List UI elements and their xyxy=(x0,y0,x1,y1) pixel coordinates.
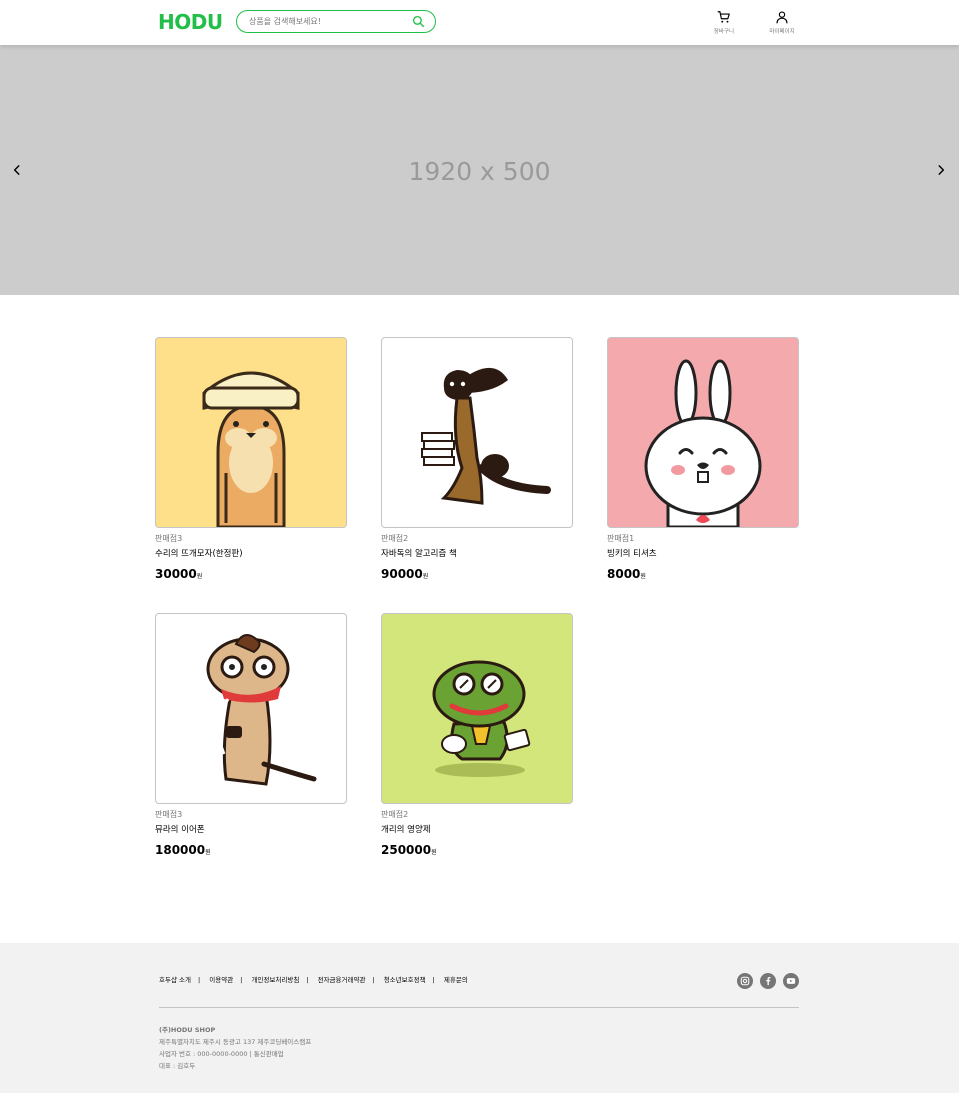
product-price: 30000원 xyxy=(155,567,203,581)
user-icon xyxy=(776,11,788,24)
footer-link-about[interactable]: 호두샵 소개 xyxy=(159,976,191,984)
product-seller: 판매점3 xyxy=(155,534,183,543)
product-seller: 판매점2 xyxy=(381,810,409,819)
banner-carousel: 1920 x 500 xyxy=(0,45,959,295)
product-card[interactable]: 판매점1 빙키의 티셔츠 8000원 xyxy=(607,337,799,581)
product-card[interactable]: 판매점2 개리의 영양제 250000원 xyxy=(381,613,573,857)
product-image[interactable] xyxy=(381,337,573,528)
footer-link-youth-policy[interactable]: 청소년보호정책 xyxy=(384,976,426,984)
product-card[interactable]: 판매점3 수리의 뜨개모자(한정판) 30000원 xyxy=(155,337,347,581)
product-name: 개리의 영양제 xyxy=(381,825,431,835)
chevron-right-icon[interactable] xyxy=(934,163,948,177)
product-card[interactable]: 판매점2 자바독의 알고리즘 책 90000원 xyxy=(381,337,573,581)
search-input[interactable] xyxy=(249,14,409,29)
product-image[interactable] xyxy=(155,613,347,804)
youtube-icon[interactable] xyxy=(783,973,799,989)
product-image[interactable] xyxy=(155,337,347,528)
footer: 호두샵 소개 | 이용약관 | 개인정보처리방침 | 전자금융거래약관 | 청소년보호정… xyxy=(0,943,959,1093)
logo[interactable]: HODU xyxy=(158,11,223,33)
footer-link-partnership[interactable]: 제휴문의 xyxy=(444,976,468,984)
product-price: 180000원 xyxy=(155,843,211,857)
product-name: 뮤라의 이어폰 xyxy=(155,825,205,835)
footer-link-privacy[interactable]: 개인정보처리방침 xyxy=(251,976,299,984)
company-info: (주)HODU SHOP 제주특별자치도 제주시 동광고 137 제주코딩베이스… xyxy=(159,1024,311,1072)
cart-button[interactable]: 장바구니 xyxy=(704,10,744,38)
company-name: (주)HODU SHOP xyxy=(159,1026,216,1034)
business-number: 사업자 번호 : 000-0000-0000 | 통신판매업 xyxy=(159,1050,284,1058)
cart-label: 장바구니 xyxy=(713,29,735,35)
footer-link-terms[interactable]: 이용약관 xyxy=(209,976,233,984)
ceo-name: 대표 : 김호두 xyxy=(159,1062,196,1070)
footer-link-finance-terms[interactable]: 전자금융거래약관 xyxy=(318,976,366,984)
footer-links: 호두샵 소개 | 이용약관 | 개인정보처리방침 | 전자금융거래약관 | 청소년보호정… xyxy=(159,976,468,984)
chevron-left-icon[interactable] xyxy=(10,163,24,177)
facebook-icon[interactable] xyxy=(760,973,776,989)
product-name: 빙키의 티셔츠 xyxy=(607,549,657,559)
mypage-button[interactable]: 마이페이지 xyxy=(762,10,802,38)
product-seller: 판매점3 xyxy=(155,810,183,819)
banner-placeholder-text: 1920 x 500 xyxy=(408,157,551,186)
header: HODU 장바구니 마이페이지 xyxy=(0,0,959,45)
product-price: 250000원 xyxy=(381,843,437,857)
footer-divider xyxy=(159,1007,799,1008)
search-icon[interactable] xyxy=(412,15,425,28)
product-seller: 판매점2 xyxy=(381,534,409,543)
instagram-icon[interactable] xyxy=(737,973,753,989)
otter-with-beanie-illustration xyxy=(202,371,300,527)
dog-with-books-illustration xyxy=(421,367,551,505)
rabbit-illustration xyxy=(644,359,762,527)
otter-with-earphones-illustration xyxy=(206,634,317,786)
product-image[interactable] xyxy=(607,337,799,528)
product-image[interactable] xyxy=(381,613,573,804)
product-card[interactable]: 판매점3 뮤라의 이어폰 180000원 xyxy=(155,613,347,857)
company-address: 제주특별자치도 제주시 동광고 137 제주코딩베이스캠프 xyxy=(159,1038,312,1046)
product-name: 자바독의 알고리즘 책 xyxy=(381,549,457,559)
frog-illustration xyxy=(432,660,531,777)
product-name: 수리의 뜨개모자(한정판) xyxy=(155,549,243,559)
product-seller: 판매점1 xyxy=(607,534,635,543)
product-price: 90000원 xyxy=(381,567,429,581)
mypage-label: 마이페이지 xyxy=(769,29,795,35)
product-price: 8000원 xyxy=(607,567,646,581)
search-bar xyxy=(236,10,436,33)
cart-icon xyxy=(717,11,730,23)
